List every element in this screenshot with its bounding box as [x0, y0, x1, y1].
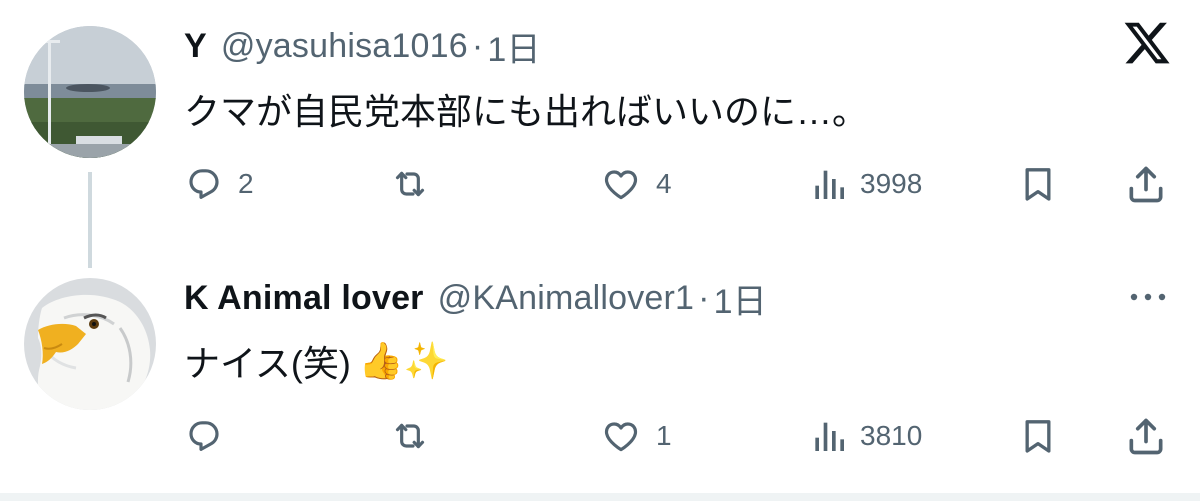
share-icon — [1129, 166, 1163, 203]
view-count: 3998 — [860, 168, 923, 199]
tweet-text: クマが自民党本部にも出ればいいのに…。 — [184, 84, 868, 134]
thread-line — [88, 172, 92, 268]
heart-icon — [604, 422, 638, 452]
tweet-body: ナイス(笑) — [184, 343, 351, 384]
more-options-icon[interactable] — [1126, 282, 1170, 312]
separator-dot: · — [698, 278, 710, 317]
username-handle[interactable]: @yasuhisa1016 — [221, 27, 468, 66]
reply-count: 2 — [238, 168, 254, 199]
tweet-body: クマが自民党本部にも出ればいいのに…。 — [184, 91, 869, 132]
views-button[interactable]: 3810 — [808, 414, 922, 458]
x-logo-icon[interactable] — [1122, 18, 1172, 68]
timestamp[interactable]: 1日 — [714, 274, 767, 323]
share-button[interactable] — [1124, 162, 1168, 206]
retweet-icon — [395, 423, 425, 449]
reply-icon — [189, 421, 219, 451]
like-count: 4 — [656, 168, 672, 199]
display-name[interactable]: K Animal lover — [184, 279, 424, 318]
display-name[interactable]: Y — [184, 27, 207, 66]
bookmark-button[interactable] — [1018, 414, 1058, 458]
views-icon — [815, 170, 844, 199]
tweet-text: ナイス(笑) 👍✨ — [184, 336, 449, 386]
heart-icon — [604, 170, 638, 200]
like-button[interactable]: 1 — [600, 414, 672, 458]
timestamp[interactable]: 1日 — [487, 22, 540, 71]
like-count: 1 — [656, 420, 672, 451]
views-button[interactable]: 3998 — [808, 162, 922, 206]
reply-icon — [189, 169, 219, 199]
view-count: 3810 — [860, 420, 923, 451]
avatar[interactable] — [24, 26, 156, 158]
emoji-group: 👍✨ — [358, 340, 449, 381]
avatar[interactable] — [24, 278, 156, 410]
tweet-header: Y @yasuhisa1016 · 1日 — [184, 22, 541, 71]
share-icon — [1129, 418, 1163, 455]
bookmark-icon — [1025, 168, 1051, 201]
bookmark-icon — [1025, 420, 1051, 453]
bookmark-button[interactable] — [1018, 162, 1058, 206]
retweet-button[interactable] — [388, 414, 446, 458]
username-handle[interactable]: @KAnimallover1 — [438, 279, 695, 318]
retweet-icon — [395, 171, 425, 197]
share-button[interactable] — [1124, 414, 1168, 458]
reply-button[interactable]: 2 — [184, 162, 254, 206]
reply-button[interactable] — [184, 414, 238, 458]
separator-dot: · — [471, 26, 484, 65]
views-icon — [815, 422, 844, 451]
retweet-button[interactable] — [388, 162, 446, 206]
tweet-header: K Animal lover @KAnimallover1 · 1日 — [184, 274, 767, 323]
like-button[interactable]: 4 — [600, 162, 672, 206]
divider — [0, 493, 1200, 501]
